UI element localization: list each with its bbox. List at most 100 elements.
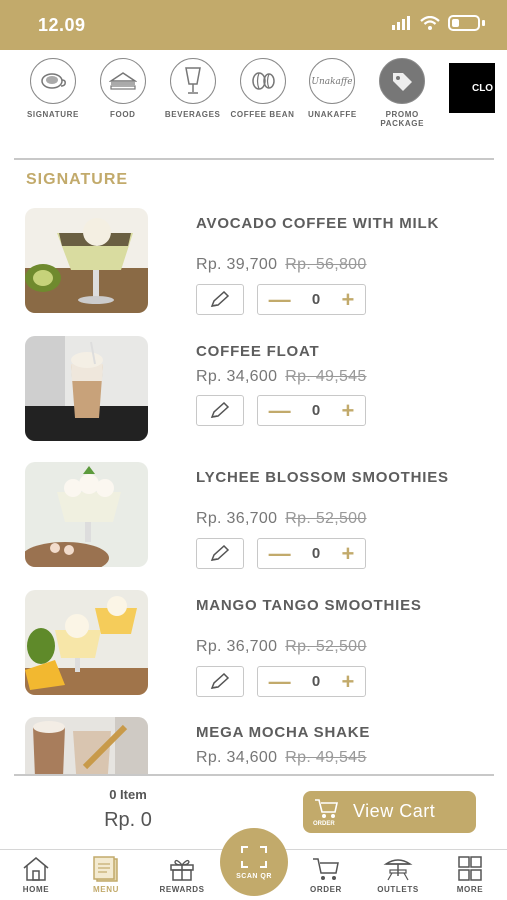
divider [14,158,494,160]
product-image [25,590,148,695]
unakaffe-logo: Unakaffe [309,58,356,104]
quantity-stepper[interactable]: — 0 + [257,395,366,426]
product-image [25,336,148,441]
nav-label: OUTLETS [377,885,419,894]
product-name: LYCHEE BLOSSOM SMOOTHIES [196,469,449,486]
menu-book-icon [93,856,118,882]
price-tag-icon [379,58,426,104]
category-unakaffe[interactable]: Unakaffe UNAKAFFE [297,50,367,160]
price-original: Rp. 49,545 [285,368,367,385]
category-label: SIGNATURE [26,110,79,119]
price-current: Rp. 36,700 [196,510,278,527]
cloud-logo: CLO [449,63,496,113]
minus-button[interactable]: — [269,670,291,693]
nav-menu[interactable]: MENU [76,856,136,894]
category-label: FOOD [110,110,136,119]
nav-label: MORE [456,885,484,894]
edit-note-button[interactable] [196,284,244,315]
category-promo-package[interactable]: PROMO PACKAGE [367,50,437,160]
product-image [25,717,148,774]
coffee-cup-icon [29,58,76,104]
cart-icon [313,858,339,880]
category-signature[interactable]: SIGNATURE [18,50,88,160]
status-time: 12.09 [38,15,86,35]
edit-note-button[interactable] [196,666,244,697]
svg-text:Unakaffe: Unakaffe [312,77,352,87]
pencil-icon [210,290,230,307]
status-bar: 12.09 [0,0,507,50]
plus-button[interactable]: + [342,288,355,311]
category-label: CLO [471,82,494,94]
scan-icon [241,845,267,868]
order-label: ORDER [313,821,335,827]
product-name: AVOCADO COFFEE WITH MILK [196,215,440,232]
product-list[interactable]: AVOCADO COFFEE WITH MILK Rp. 39,700 Rp. 5… [0,208,507,774]
product-price: Rp. 36,700 Rp. 52,500 [196,510,367,528]
quantity-stepper[interactable]: — 0 + [257,284,366,315]
category-label: UNAKAFFE [307,110,357,119]
price-original: Rp. 56,800 [285,256,367,273]
divider [14,774,494,776]
nav-label: MENU [93,885,119,894]
price-current: Rp. 36,700 [196,638,278,655]
quantity-value: 0 [311,673,321,690]
product-price: Rp. 36,700 Rp. 52,500 [196,638,367,656]
nav-rewards[interactable]: REWARDS [152,856,212,894]
nav-outlets[interactable]: OUTLETS [368,856,428,894]
product-image [25,462,148,567]
nav-order[interactable]: ORDER [296,856,356,894]
home-icon [23,857,49,881]
edit-note-button[interactable] [196,395,244,426]
price-current: Rp. 34,600 [196,749,278,766]
price-current: Rp. 39,700 [196,256,278,273]
nav-label: HOME [22,885,50,894]
quantity-stepper[interactable]: — 0 + [257,666,366,697]
minus-button[interactable]: — [269,399,291,422]
price-original: Rp. 52,500 [285,638,367,655]
price-original: Rp. 52,500 [285,510,367,527]
plus-button[interactable]: + [342,670,355,693]
minus-button[interactable]: — [269,288,291,311]
minus-button[interactable]: — [269,542,291,565]
status-icons [392,15,485,31]
price-original: Rp. 49,545 [285,749,367,766]
product-image [25,208,148,313]
cart-item-count: 0 Item [109,787,147,802]
plus-button[interactable]: + [342,542,355,565]
battery-icon [448,15,480,31]
nav-label: REWARDS [159,885,205,894]
edit-note-button[interactable] [196,538,244,569]
category-label: PROMO PACKAGE [380,110,425,128]
battery-tip [482,20,485,26]
nav-more[interactable]: MORE [440,856,500,894]
coffee-bean-icon [239,58,286,104]
scan-label: SCAN QR [236,872,272,880]
gift-icon [170,859,194,881]
plus-button[interactable]: + [342,399,355,422]
category-food[interactable]: FOOD [88,50,158,160]
category-cloud[interactable]: CLO [437,50,507,160]
category-coffee-bean[interactable]: COFFEE BEAN [228,50,298,160]
cart-icon [315,799,338,818]
product-price: Rp. 39,700 Rp. 56,800 [196,256,367,274]
product-name: MANGO TANGO SMOOTHIES [196,597,422,614]
quantity-value: 0 [311,545,321,562]
quantity-stepper[interactable]: — 0 + [257,538,366,569]
scan-qr-button[interactable]: SCAN QR [220,828,288,896]
category-beverages[interactable]: BEVERAGES [158,50,228,160]
cart-total: Rp. 0 [104,809,152,831]
sandwich-icon [99,58,146,104]
pencil-icon [210,401,230,418]
signal-icon [392,16,410,30]
price-current: Rp. 34,600 [196,368,278,385]
nav-home[interactable]: HOME [6,856,66,894]
pencil-icon [210,672,230,689]
product-price: Rp. 34,600 Rp. 49,545 [196,749,367,767]
wifi-icon [420,16,440,30]
category-label: COFFEE BEAN [230,110,295,119]
nav-label: ORDER [310,885,342,894]
category-bar: SIGNATURE FOOD BEVERAGES COFFEE BEAN Una… [0,50,507,160]
quantity-value: 0 [311,291,321,308]
quantity-value: 0 [311,402,321,419]
view-cart-button[interactable]: ORDER View Cart [303,791,476,833]
